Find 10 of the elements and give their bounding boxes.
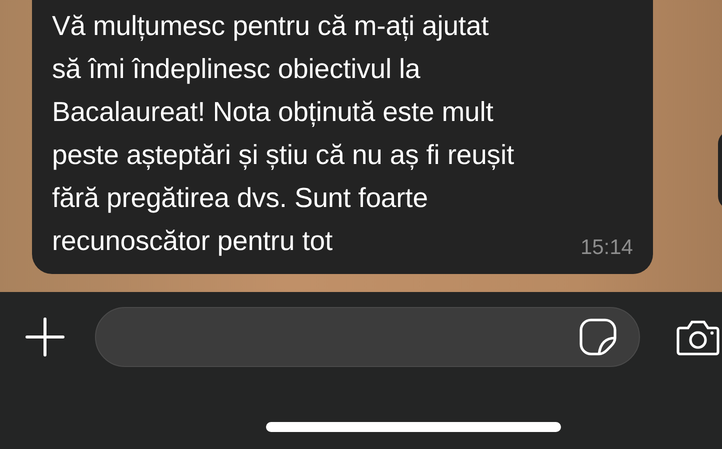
message-text: recunoscător pentru tot: [52, 224, 333, 258]
sticker-icon[interactable]: [579, 318, 617, 356]
message-text: să îmi îndeplinesc obiectivul la: [52, 52, 422, 86]
plus-icon[interactable]: [25, 317, 65, 357]
message-text: peste așteptări și știu că nu aș fi reușit: [52, 138, 515, 172]
message-text: fără pregătirea dvs. Sunt foarte: [52, 181, 429, 215]
message-time: 15:14: [580, 236, 633, 260]
message-text: Bacalaureat! Nota obținută este mult: [52, 95, 494, 129]
camera-icon[interactable]: [676, 318, 720, 356]
message-text: Vă mulțumesc pentru că m-ați ajutat: [52, 9, 490, 43]
